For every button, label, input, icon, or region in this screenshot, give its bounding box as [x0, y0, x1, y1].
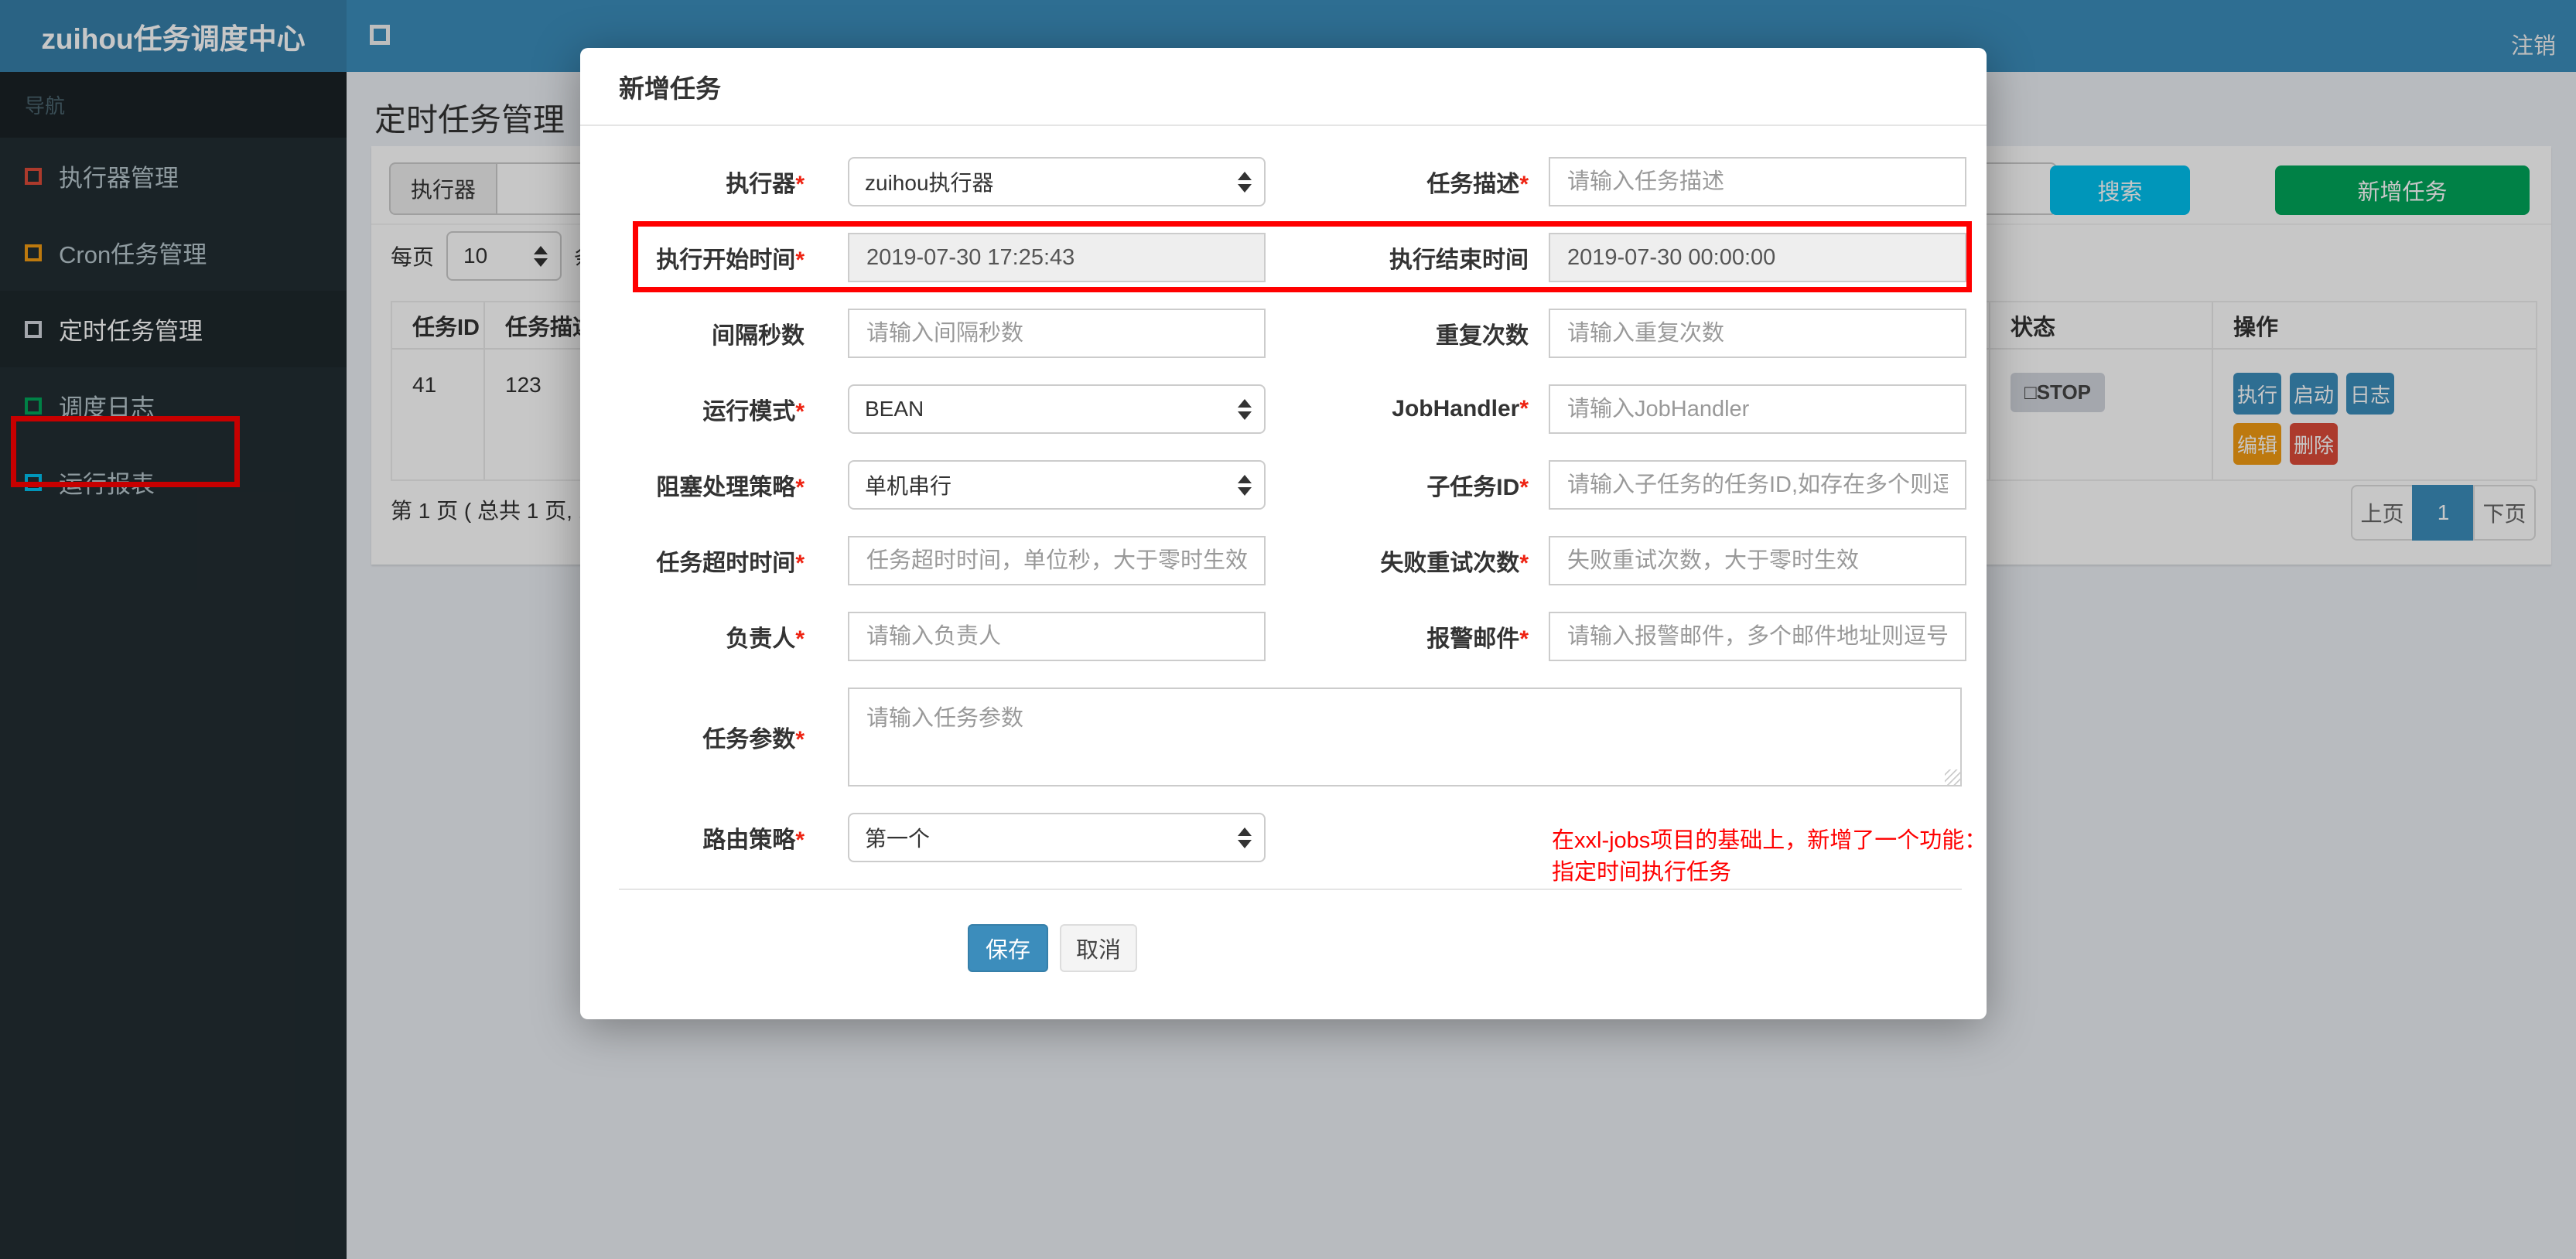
alarm-email-input[interactable] — [1549, 612, 1966, 661]
child-job-id-input[interactable] — [1549, 460, 1966, 510]
run-mode-select[interactable]: BEAN — [848, 384, 1266, 434]
job-handler-label: JobHandler — [1392, 396, 1520, 421]
form-row: 执行器* zuihou执行器 任务描述* — [580, 157, 1987, 206]
feature-note-line2: 指定时间执行任务 — [1552, 860, 1732, 885]
repeat-count-input[interactable] — [1549, 309, 1966, 358]
run-mode-select-value: BEAN — [865, 397, 924, 421]
job-desc-label: 任务描述 — [1426, 172, 1520, 197]
block-strategy-label: 阻塞处理策略 — [656, 475, 796, 500]
route-strategy-select[interactable]: 第一个 — [848, 813, 1266, 862]
block-strategy-select-value: 单机串行 — [865, 474, 952, 498]
end-time-input[interactable] — [1549, 233, 1966, 282]
child-job-id-label: 子任务ID — [1426, 475, 1520, 500]
select-arrows-icon — [1238, 827, 1252, 848]
retry-count-input[interactable] — [1549, 536, 1966, 585]
job-handler-input[interactable] — [1549, 384, 1966, 434]
form-row: 间隔秒数 重复次数 — [580, 309, 1987, 358]
job-desc-input[interactable] — [1549, 157, 1966, 206]
cancel-button[interactable]: 取消 — [1060, 924, 1137, 972]
form-row-route: 路由策略* 第一个 在xxl-jobs项目的基础上，新增了一个功能： 指定时间执… — [580, 813, 1987, 885]
select-arrows-icon — [1238, 474, 1252, 496]
form-row: 阻塞处理策略* 单机串行 子任务ID* — [580, 460, 1987, 510]
alarm-email-label: 报警邮件 — [1426, 626, 1520, 652]
end-time-label: 执行结束时间 — [1389, 247, 1529, 273]
repeat-count-label: 重复次数 — [1436, 323, 1529, 349]
select-arrows-icon — [1238, 398, 1252, 420]
modal-body: 执行器* zuihou执行器 任务描述* 执行开始时间* 执行结束时间 间隔秒数… — [580, 126, 1987, 972]
feature-note: 在xxl-jobs项目的基础上，新增了一个功能： 指定时间执行任务 — [1552, 825, 1987, 889]
retry-count-label: 失败重试次数 — [1380, 551, 1520, 576]
save-button[interactable]: 保存 — [968, 924, 1048, 972]
timeout-input[interactable] — [848, 536, 1266, 585]
start-time-label: 执行开始时间 — [656, 247, 796, 273]
job-params-textarea[interactable] — [848, 688, 1962, 786]
add-job-modal: 新增任务 执行器* zuihou执行器 任务描述* 执行开始时间* 执行结束时间… — [580, 48, 1987, 1019]
start-time-input[interactable] — [848, 233, 1266, 282]
route-strategy-label: 路由策略 — [702, 827, 796, 853]
interval-label: 间隔秒数 — [712, 323, 805, 349]
route-strategy-select-value: 第一个 — [865, 827, 931, 851]
owner-input[interactable] — [848, 612, 1266, 661]
form-row: 运行模式* BEAN JobHandler* — [580, 384, 1987, 434]
executor-label: 执行器 — [726, 172, 796, 197]
owner-label: 负责人 — [726, 626, 796, 652]
feature-note-line1: 在xxl-jobs项目的基础上，新增了一个功能： — [1552, 828, 1987, 853]
modal-footer: 保存 取消 — [580, 890, 1987, 972]
form-row: 负责人* 报警邮件* — [580, 612, 1987, 661]
modal-title: 新增任务 — [619, 74, 721, 103]
interval-input[interactable] — [848, 309, 1266, 358]
block-strategy-select[interactable]: 单机串行 — [848, 460, 1266, 510]
select-arrows-icon — [1238, 171, 1252, 193]
run-mode-label: 运行模式 — [702, 399, 796, 425]
executor-select-value: zuihou执行器 — [865, 171, 994, 195]
form-row-time: 执行开始时间* 执行结束时间 — [580, 233, 1987, 282]
form-row: 任务超时时间* 失败重试次数* — [580, 536, 1987, 585]
job-params-label: 任务参数 — [702, 727, 796, 752]
form-row-params: 任务参数* — [580, 688, 1987, 786]
modal-header: 新增任务 — [580, 48, 1987, 126]
timeout-label: 任务超时时间 — [656, 551, 796, 576]
executor-select[interactable]: zuihou执行器 — [848, 157, 1266, 206]
